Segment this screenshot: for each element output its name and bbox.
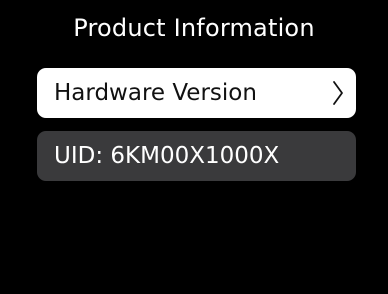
menu-item-label: Hardware Version [54,80,257,106]
page-title: Product Information [73,14,315,42]
uid-label: UID: 6KM00X1000X [54,143,280,169]
chevron-right-icon [332,80,344,106]
menu-item-uid[interactable]: UID: 6KM00X1000X [37,131,356,181]
product-info-screen: Product Information Hardware Version UID… [0,0,388,294]
menu-item-hardware-version[interactable]: Hardware Version [37,68,356,118]
